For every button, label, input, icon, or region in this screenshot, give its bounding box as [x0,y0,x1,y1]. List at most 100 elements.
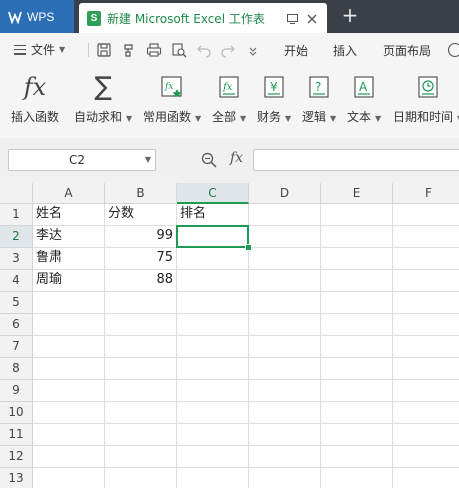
cell-e3[interactable] [321,248,393,270]
wps-home-tab[interactable]: WPS [0,0,74,33]
all-functions-button[interactable]: fx 全部 ▼ [212,73,246,125]
cell-d3[interactable] [249,248,321,270]
print-preview-icon[interactable] [171,42,187,58]
cell-a12[interactable] [33,446,105,468]
cell-d11[interactable] [249,424,321,446]
row-header-7[interactable]: 7 [0,336,33,358]
cell-a5[interactable] [33,292,105,314]
datetime-functions-button[interactable]: 日期和时间▼ [393,73,459,125]
insert-function-fx-button[interactable]: fx [230,150,243,166]
cell-d2[interactable] [249,226,321,248]
cell-c6[interactable] [177,314,249,336]
cell-b1[interactable]: 分数 [105,204,177,226]
cell-e5[interactable] [321,292,393,314]
cell-a6[interactable] [33,314,105,336]
cell-f8[interactable] [393,358,459,380]
cell-e1[interactable] [321,204,393,226]
row-header-4[interactable]: 4 [0,270,33,292]
cell-e13[interactable] [321,468,393,488]
row-header-5[interactable]: 5 [0,292,33,314]
row-header-13[interactable]: 13 [0,468,33,488]
tab-page-layout[interactable]: 页面布局 [383,42,431,59]
cell-b3[interactable]: 75 [105,248,177,270]
logical-functions-button[interactable]: ? 逻辑 ▼ [302,73,336,125]
insert-function-button[interactable]: fx 插入函数 [11,73,59,125]
cell-c12[interactable] [177,446,249,468]
chevron-down-icon[interactable]: ▼ [145,155,151,164]
cell-c1[interactable]: 排名 [177,204,249,226]
name-box[interactable]: C2 ▼ [8,149,156,171]
cell-f13[interactable] [393,468,459,488]
cell-b5[interactable] [105,292,177,314]
row-header-8[interactable]: 8 [0,358,33,380]
cell-f4[interactable] [393,270,459,292]
cell-c3[interactable] [177,248,249,270]
cell-a11[interactable] [33,424,105,446]
cell-e10[interactable] [321,402,393,424]
common-functions-button[interactable]: fx 常用函数 ▼ [143,73,201,125]
autosum-button[interactable]: ∑ 自动求和 ▼ [74,72,132,125]
cell-b13[interactable] [105,468,177,488]
cell-b8[interactable] [105,358,177,380]
cell-a7[interactable] [33,336,105,358]
file-menu[interactable]: 文件 ▼ [14,41,65,58]
tab-insert[interactable]: 插入 [333,42,357,59]
cell-a8[interactable] [33,358,105,380]
cell-a3[interactable]: 鲁肃 [33,248,105,270]
cell-b10[interactable] [105,402,177,424]
redo-icon[interactable] [220,42,236,58]
cell-d7[interactable] [249,336,321,358]
column-header-c[interactable]: C [177,183,249,204]
cell-d9[interactable] [249,380,321,402]
cell-c7[interactable] [177,336,249,358]
cell-e6[interactable] [321,314,393,336]
cell-f3[interactable] [393,248,459,270]
cell-a2[interactable]: 李达 [33,226,105,248]
cell-d10[interactable] [249,402,321,424]
row-header-6[interactable]: 6 [0,314,33,336]
cell-f2[interactable] [393,226,459,248]
cell-b6[interactable] [105,314,177,336]
column-header-a[interactable]: A [33,183,105,204]
tab-home[interactable]: 开始 [284,42,308,59]
financial-functions-button[interactable]: ¥ 财务 ▼ [257,73,291,125]
cell-e12[interactable] [321,446,393,468]
cell-a9[interactable] [33,380,105,402]
cell-c8[interactable] [177,358,249,380]
cell-a1[interactable]: 姓名 [33,204,105,226]
cell-e7[interactable] [321,336,393,358]
cell-b11[interactable] [105,424,177,446]
cell-c10[interactable] [177,402,249,424]
cell-b4[interactable]: 88 [105,270,177,292]
row-header-9[interactable]: 9 [0,380,33,402]
cell-c11[interactable] [177,424,249,446]
cell-b9[interactable] [105,380,177,402]
row-header-3[interactable]: 3 [0,248,33,270]
cell-d12[interactable] [249,446,321,468]
format-painter-icon[interactable] [121,42,137,58]
cell-a13[interactable] [33,468,105,488]
more-tabs-icon[interactable] [447,42,459,58]
cell-c9[interactable] [177,380,249,402]
cell-b2[interactable]: 99 [105,226,177,248]
print-icon[interactable] [146,42,162,58]
cell-b12[interactable] [105,446,177,468]
text-functions-button[interactable]: A 文本 ▼ [347,73,381,125]
row-header-10[interactable]: 10 [0,402,33,424]
cell-f6[interactable] [393,314,459,336]
cell-c2[interactable] [177,226,249,248]
cell-e9[interactable] [321,380,393,402]
cell-d4[interactable] [249,270,321,292]
formula-input[interactable] [253,149,459,171]
customize-toolbar-icon[interactable] [245,42,261,58]
cell-f12[interactable] [393,446,459,468]
cell-c13[interactable] [177,468,249,488]
cell-f5[interactable] [393,292,459,314]
column-header-d[interactable]: D [249,183,321,204]
cell-d6[interactable] [249,314,321,336]
row-header-1[interactable]: 1 [0,204,33,226]
undo-icon[interactable] [196,42,212,58]
close-tab-icon[interactable] [305,12,319,26]
column-header-e[interactable]: E [321,183,393,204]
cell-a10[interactable] [33,402,105,424]
